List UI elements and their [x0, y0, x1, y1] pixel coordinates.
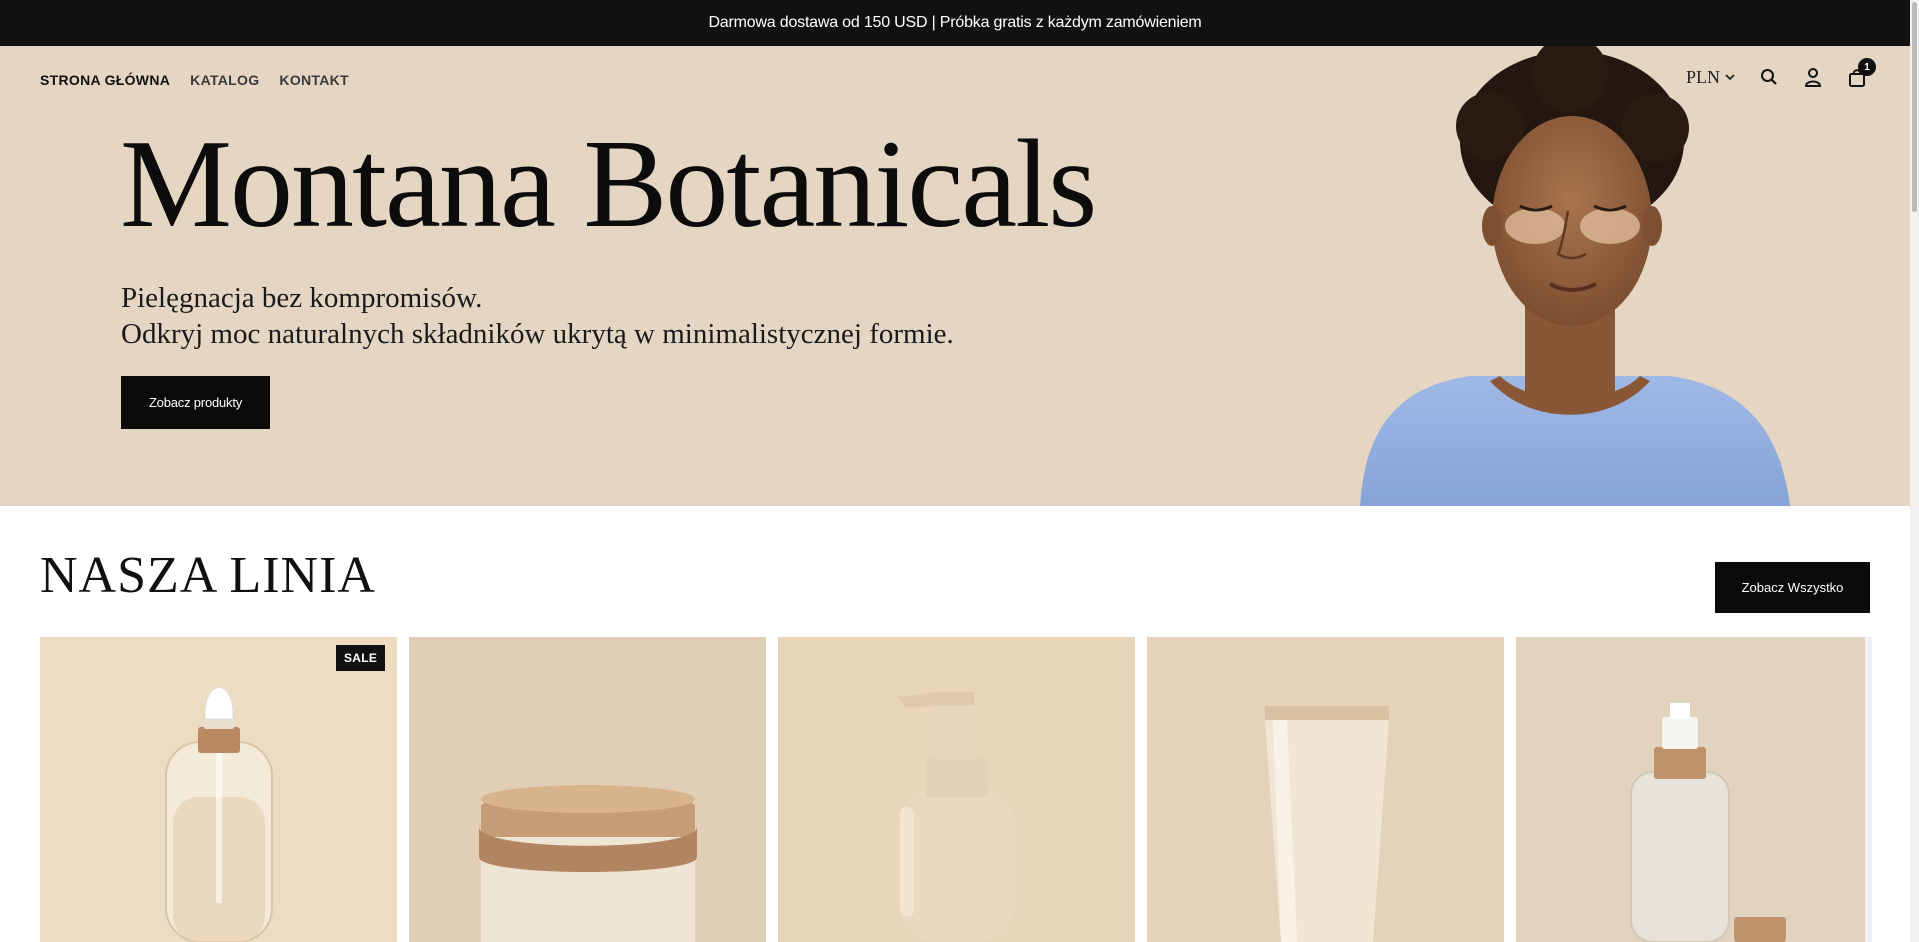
product-grid: SALE [40, 637, 1866, 942]
pump-bottle-image [778, 637, 1135, 942]
main-nav: STRONA GŁÓWNA KATALOG KONTAKT [40, 72, 349, 88]
chevron-down-icon [1725, 74, 1735, 81]
header-tools: PLN 1 [1686, 58, 1876, 88]
product-card[interactable] [1516, 637, 1866, 942]
currency-selector[interactable]: PLN [1686, 67, 1736, 88]
spray-bottle-image [1516, 637, 1866, 942]
sale-badge: SALE [336, 645, 386, 671]
hero-subtitle-line-1: Pielęgnacja bez kompromisów. [121, 282, 483, 314]
hero-banner: STRONA GŁÓWNA KATALOG KONTAKT PLN 1 Mont… [0, 46, 1910, 506]
account-icon[interactable] [1802, 66, 1824, 88]
view-all-button[interactable]: Zobacz Wszystko [1715, 562, 1870, 613]
hero-subtitle-line-2: Odkryj moc naturalnych składników ukrytą… [121, 318, 954, 350]
nav-catalog[interactable]: KATALOG [190, 72, 259, 88]
cart-icon[interactable]: 1 [1846, 58, 1876, 88]
scrollbar-thumb[interactable] [1912, 2, 1917, 212]
cream-tube-image [1147, 637, 1504, 942]
product-card[interactable] [409, 637, 766, 942]
collection-title: NASZA LINIA [40, 547, 376, 604]
announcement-bar: Darmowa dostawa od 150 USD | Próbka grat… [0, 0, 1910, 46]
nav-contact[interactable]: KONTAKT [279, 72, 349, 88]
cart-count-badge: 1 [1858, 58, 1876, 76]
hero-portrait-image [1360, 46, 1790, 506]
view-products-button[interactable]: Zobacz produkty [121, 376, 270, 429]
cream-jar-image [409, 637, 766, 942]
hero-title: Montana Botanicals [120, 115, 1097, 254]
product-card[interactable] [778, 637, 1135, 942]
search-icon[interactable] [1758, 66, 1780, 88]
product-card[interactable]: SALE [40, 637, 397, 942]
announcement-text: Darmowa dostawa od 150 USD | Próbka grat… [708, 14, 1202, 31]
carousel-edge [1865, 637, 1872, 942]
product-card[interactable] [1147, 637, 1504, 942]
page-scrollbar[interactable] [1910, 0, 1919, 942]
nav-home[interactable]: STRONA GŁÓWNA [40, 72, 170, 88]
hero-subtitle: Pielęgnacja bez kompromisów. Odkryj moc … [121, 280, 954, 352]
currency-label: PLN [1685, 66, 1720, 87]
dropper-serum-bottle-image [40, 637, 397, 942]
